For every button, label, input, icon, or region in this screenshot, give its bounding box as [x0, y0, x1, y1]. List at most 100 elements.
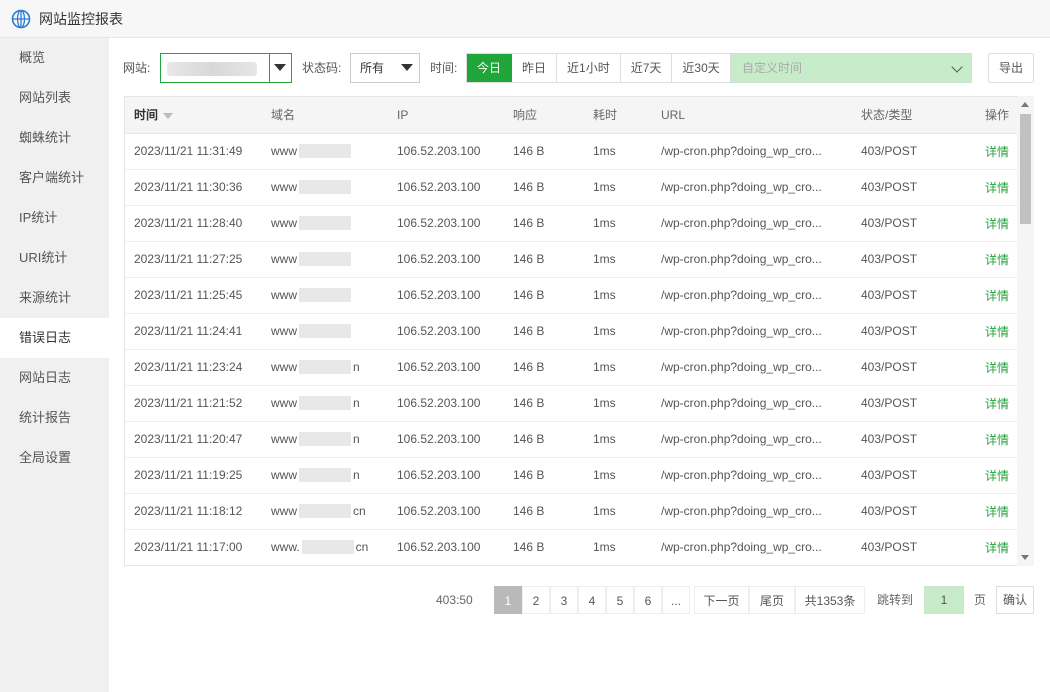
- sidebar-item[interactable]: URI统计: [0, 238, 109, 278]
- ip-cell: 106.52.203.100: [388, 313, 504, 350]
- duration-cell: 1ms: [584, 493, 652, 530]
- url-cell: /wp-cron.php?doing_wp_cro...: [652, 457, 852, 494]
- domain-cell: www n: [262, 457, 388, 494]
- table-row: 2023/11/21 11:30:36 www 106.52.203.100 146 …: [125, 169, 1018, 206]
- title-bar: 网站监控报表: [0, 0, 1050, 38]
- next-page-button[interactable]: 下一页: [694, 586, 749, 614]
- sidebar-item[interactable]: 概览: [0, 38, 109, 78]
- page-button[interactable]: 5: [606, 586, 634, 614]
- details-link[interactable]: 详情: [976, 133, 1018, 170]
- domain-prefix: www: [271, 179, 297, 194]
- response-size-cell: 146 B: [504, 421, 584, 458]
- domain-redacted: [299, 144, 351, 159]
- url-cell: /wp-cron.php?doing_wp_cro...: [652, 241, 852, 278]
- table-row: 2023/11/21 11:24:41 www 106.52.203.100 146 …: [125, 313, 1018, 350]
- ip-cell: 106.52.203.100: [388, 529, 504, 565]
- domain-prefix: www: [271, 251, 297, 266]
- domain-redacted: [299, 180, 351, 195]
- site-value-redacted: [167, 62, 257, 76]
- url-cell: /wp-cron.php?doing_wp_cro...: [652, 493, 852, 530]
- page-button[interactable]: 6: [634, 586, 662, 614]
- export-button[interactable]: 导出: [988, 53, 1034, 83]
- chevron-down-icon: [951, 61, 963, 73]
- log-table-container: 时间 域名 IP 响应 耗时 URL 状态/类型 操作 2023/11/21 11:31:49…: [124, 96, 1034, 566]
- details-link[interactable]: 详情: [976, 169, 1018, 206]
- domain-cell: www. cn: [262, 529, 388, 565]
- column-header-label: 域名: [271, 108, 296, 123]
- site-select-caret[interactable]: [269, 54, 291, 82]
- sidebar-item[interactable]: 错误日志: [0, 318, 109, 358]
- sidebar-item[interactable]: 来源统计: [0, 278, 109, 318]
- sidebar-item[interactable]: IP统计: [0, 198, 109, 238]
- details-link[interactable]: 详情: [976, 493, 1018, 530]
- page-button: ...: [662, 586, 690, 614]
- details-link[interactable]: 详情: [976, 457, 1018, 494]
- url-cell: /wp-cron.php?doing_wp_cro...: [652, 529, 852, 565]
- response-size-cell: 146 B: [504, 313, 584, 350]
- time-cell: 2023/11/21 11:19:25: [125, 457, 262, 494]
- column-header: 状态/类型: [852, 97, 976, 134]
- domain-redacted: [299, 360, 351, 375]
- details-link[interactable]: 详情: [976, 205, 1018, 242]
- sidebar-item[interactable]: 网站日志: [0, 358, 109, 398]
- time-filter-button[interactable]: 近30天: [672, 54, 731, 82]
- sidebar-item[interactable]: 全局设置: [0, 438, 109, 478]
- scroll-thumb[interactable]: [1020, 114, 1031, 224]
- domain-redacted: [299, 468, 351, 483]
- time-filter-button[interactable]: 近7天: [620, 54, 673, 82]
- table-row: 2023/11/21 11:18:12 www cn 106.52.203.100 14…: [125, 493, 1018, 530]
- sidebar-item[interactable]: 蜘蛛统计: [0, 118, 109, 158]
- details-link[interactable]: 详情: [976, 277, 1018, 314]
- sidebar-item[interactable]: 客户端统计: [0, 158, 109, 198]
- jump-page-input[interactable]: 1: [924, 586, 964, 614]
- table-row: 2023/11/21 11:23:24 www n 106.52.203.100 146…: [125, 349, 1018, 386]
- page-button[interactable]: 1: [494, 586, 522, 614]
- sidebar-item[interactable]: 网站列表: [0, 78, 109, 118]
- response-size-cell: 146 B: [504, 385, 584, 422]
- domain-suffix: cn: [353, 503, 366, 518]
- time-cell: 2023/11/21 11:21:52: [125, 385, 262, 422]
- domain-prefix: www: [271, 359, 297, 374]
- status-select[interactable]: 所有: [350, 53, 420, 83]
- column-header-label: 状态/类型: [861, 108, 913, 123]
- domain-prefix: www: [271, 467, 297, 482]
- domain-cell: www: [262, 133, 388, 170]
- page-button[interactable]: 3: [550, 586, 578, 614]
- main-panel: 网站: 状态码: 所有 时间: 今日 昨日 近1小时 近7天 近30天 自定义时间 导出: [109, 38, 1050, 692]
- table-body: 2023/11/21 11:31:49 www 106.52.203.100 146 …: [125, 133, 1018, 565]
- scroll-up-icon[interactable]: [1021, 102, 1029, 107]
- time-filter-button[interactable]: 近1小时: [557, 54, 621, 82]
- confirm-jump-button[interactable]: 确认: [996, 586, 1034, 614]
- site-select[interactable]: [160, 53, 292, 83]
- status-cell: 403/POST: [852, 421, 976, 458]
- last-page-button[interactable]: 尾页: [749, 586, 795, 614]
- column-header[interactable]: 时间: [125, 97, 262, 134]
- time-cell: 2023/11/21 11:30:36: [125, 169, 262, 206]
- details-link[interactable]: 详情: [976, 313, 1018, 350]
- status-cell: 403/POST: [852, 133, 976, 170]
- custom-time-picker[interactable]: 自定义时间: [731, 53, 972, 83]
- domain-redacted: [299, 216, 351, 231]
- table-scrollbar[interactable]: [1017, 96, 1034, 566]
- sidebar-item[interactable]: 统计报告: [0, 398, 109, 438]
- time-filter-button[interactable]: 昨日: [512, 54, 558, 82]
- page-button[interactable]: 4: [578, 586, 606, 614]
- column-header-label: 响应: [513, 108, 538, 123]
- duration-cell: 1ms: [584, 349, 652, 386]
- details-link[interactable]: 详情: [976, 421, 1018, 458]
- time-filter-button[interactable]: 今日: [467, 54, 513, 82]
- scroll-down-icon[interactable]: [1021, 555, 1029, 560]
- domain-suffix: cn: [355, 539, 369, 554]
- page-button[interactable]: 2: [522, 586, 550, 614]
- response-size-cell: 146 B: [504, 169, 584, 206]
- url-cell: /wp-cron.php?doing_wp_cro...: [652, 133, 852, 170]
- duration-cell: 1ms: [584, 421, 652, 458]
- sort-desc-icon[interactable]: [163, 113, 174, 120]
- details-link[interactable]: 详情: [976, 241, 1018, 278]
- time-cell: 2023/11/21 11:28:40: [125, 205, 262, 242]
- details-link[interactable]: 详情: [976, 385, 1018, 422]
- domain-cell: www: [262, 205, 388, 242]
- details-link[interactable]: 详情: [976, 529, 1018, 565]
- domain-prefix: www: [271, 215, 297, 230]
- details-link[interactable]: 详情: [976, 349, 1018, 386]
